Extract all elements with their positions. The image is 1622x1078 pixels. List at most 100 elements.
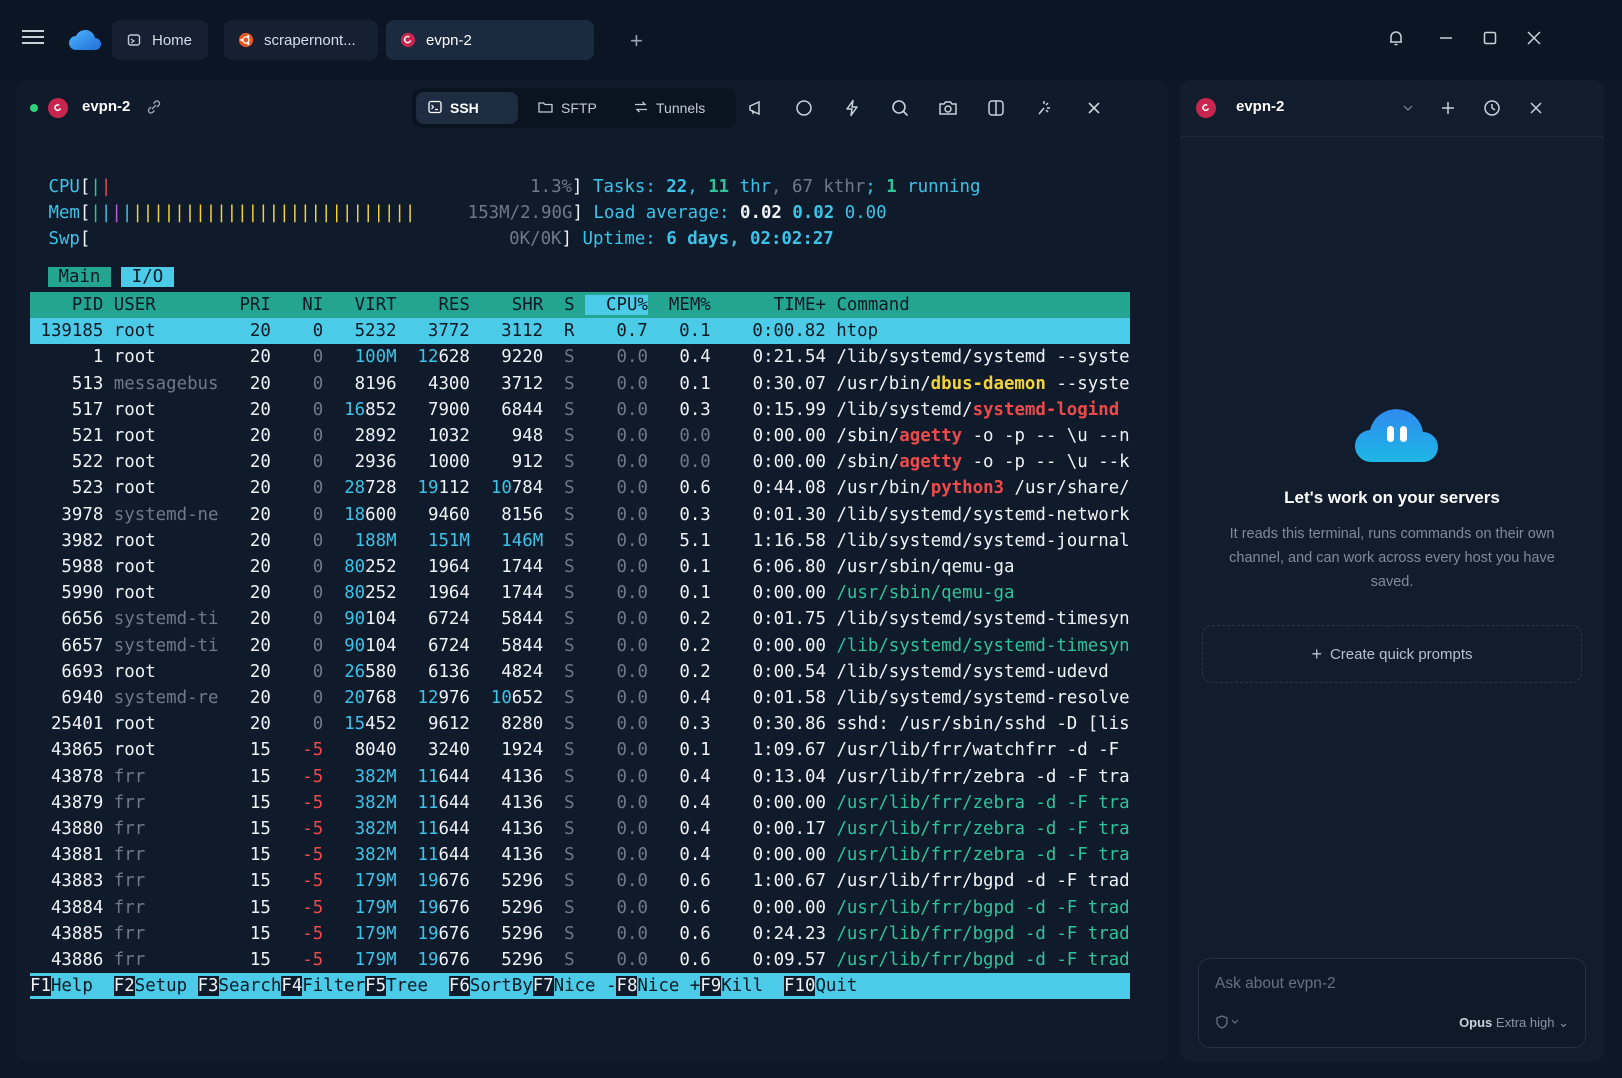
fkey-f6[interactable]: F6 xyxy=(448,976,470,997)
column-header-pri[interactable]: PRI xyxy=(239,295,270,315)
process-row[interactable]: 521 root 20 0 2892 1032 948 S 0.0 0.0 0:… xyxy=(30,423,1130,449)
close-pane-icon[interactable] xyxy=(1082,96,1106,120)
close-window-icon[interactable] xyxy=(1522,26,1546,50)
tab-label: Home xyxy=(152,31,193,49)
process-row[interactable]: 43879 frr 15 -5 382M 11644 4136 S 0.0 0.… xyxy=(30,790,1130,816)
fkey-f2[interactable]: F2 xyxy=(113,976,135,997)
fkey-label[interactable]: Nice - xyxy=(554,976,617,996)
fkey-label[interactable]: Tree xyxy=(386,976,449,996)
fkey-f10[interactable]: F10 xyxy=(784,976,816,997)
camera-icon[interactable] xyxy=(936,96,960,120)
process-row[interactable]: 522 root 20 0 2936 1000 912 S 0.0 0.0 0:… xyxy=(30,449,1130,475)
chat-input-placeholder: Ask about evpn-2 xyxy=(1215,975,1336,992)
history-icon[interactable] xyxy=(1480,96,1504,120)
fkey-label[interactable]: Quit xyxy=(815,976,857,996)
fkey-f4[interactable]: F4 xyxy=(281,976,303,997)
ai-host-selector[interactable]: evpn-2 xyxy=(1236,98,1284,115)
column-header-command[interactable]: Command xyxy=(836,295,1168,315)
host-name: evpn-2 xyxy=(82,98,131,115)
fkey-f1[interactable]: F1 xyxy=(30,976,51,997)
process-row[interactable]: 5988 root 20 0 80252 1964 1744 S 0.0 0.1… xyxy=(30,554,1130,580)
fkey-label[interactable]: Help xyxy=(51,976,114,996)
process-row[interactable]: 6940 systemd-re 20 0 20768 12976 10652 S… xyxy=(30,685,1130,711)
fkey-label[interactable]: SortBy xyxy=(470,976,533,996)
column-header-time[interactable]: TIME+ xyxy=(721,295,826,315)
fkey-label[interactable]: Setup xyxy=(135,976,198,996)
process-table-header[interactable]: PID USER PRI NI VIRT RES SHR S CPU% MEM%… xyxy=(30,291,1130,318)
process-row[interactable]: 43885 frr 15 -5 179M 19676 5296 S 0.0 0.… xyxy=(30,921,1130,947)
column-header-s[interactable]: S xyxy=(554,295,574,315)
debian-icon xyxy=(400,32,416,48)
fkey-f3[interactable]: F3 xyxy=(197,976,219,997)
tab-scrapernont[interactable]: scrapernont... xyxy=(224,20,378,60)
tab-sftp[interactable]: SFTP xyxy=(526,92,618,124)
column-header-mem[interactable]: MEM% xyxy=(658,295,711,315)
process-row[interactable]: 523 root 20 0 28728 19112 10784 S 0.0 0.… xyxy=(30,475,1130,501)
fkey-label[interactable]: Kill xyxy=(721,976,784,996)
column-header-shr[interactable]: SHR xyxy=(480,295,543,315)
process-row[interactable]: 513 messagebus 20 0 8196 4300 3712 S 0.0… xyxy=(30,371,1130,397)
chevron-down-icon[interactable] xyxy=(1396,96,1420,120)
record-icon[interactable] xyxy=(792,96,816,120)
process-row[interactable]: 43883 frr 15 -5 179M 19676 5296 S 0.0 0.… xyxy=(30,868,1130,894)
tab-ssh[interactable]: SSH xyxy=(416,92,518,124)
process-row[interactable]: 43865 root 15 -5 8040 3240 1924 S 0.0 0.… xyxy=(30,737,1130,763)
ai-chat-input[interactable]: Ask about evpn-2 Opus Extra high ⌄ xyxy=(1198,958,1586,1048)
new-tab-icon[interactable]: + xyxy=(630,28,643,54)
ai-panel-header: evpn-2 xyxy=(1180,80,1604,137)
terminal-icon xyxy=(428,100,442,117)
menu-icon[interactable] xyxy=(22,26,44,48)
process-row[interactable]: 43878 frr 15 -5 382M 11644 4136 S 0.0 0.… xyxy=(30,764,1130,790)
ai-assist-icon[interactable] xyxy=(1032,96,1056,120)
process-row[interactable]: 3978 systemd-ne 20 0 18600 9460 8156 S 0… xyxy=(30,502,1130,528)
process-row[interactable]: 5990 root 20 0 80252 1964 1744 S 0.0 0.1… xyxy=(30,580,1130,606)
column-header-virt[interactable]: VIRT xyxy=(334,295,397,315)
fkey-f9[interactable]: F9 xyxy=(700,976,722,997)
tab-home[interactable]: Home xyxy=(112,20,208,60)
tab-evpn-2[interactable]: evpn-2 xyxy=(386,20,594,60)
column-header-res[interactable]: RES xyxy=(407,295,469,315)
column-header-pid[interactable]: PID xyxy=(30,295,103,315)
fkey-f7[interactable]: F7 xyxy=(532,976,554,997)
create-quick-prompts-button[interactable]: + Create quick prompts xyxy=(1202,625,1582,683)
process-row[interactable]: 43884 frr 15 -5 179M 19676 5296 S 0.0 0.… xyxy=(30,895,1130,921)
bell-icon[interactable] xyxy=(1384,26,1408,50)
process-row-selected[interactable]: 139185 root 20 0 5232 3772 3112 R 0.7 0.… xyxy=(30,318,1130,345)
process-row[interactable]: 6693 root 20 0 26580 6136 4824 S 0.0 0.2… xyxy=(30,659,1130,685)
process-row[interactable]: 25401 root 20 0 15452 9612 8280 S 0.0 0.… xyxy=(30,711,1130,737)
search-icon[interactable] xyxy=(888,96,912,120)
tab-label: evpn-2 xyxy=(426,31,472,49)
lightning-icon[interactable] xyxy=(840,96,864,120)
column-header-ni[interactable]: NI xyxy=(281,295,323,315)
connection-status-icon xyxy=(30,104,38,112)
column-header-cpu[interactable]: CPU% xyxy=(585,294,648,315)
broadcast-icon[interactable] xyxy=(744,96,768,120)
maximize-icon[interactable] xyxy=(1478,26,1502,50)
column-header-user[interactable]: USER xyxy=(114,295,229,315)
fkey-f8[interactable]: F8 xyxy=(616,976,638,997)
fkey-f5[interactable]: F5 xyxy=(365,976,387,997)
process-row[interactable]: 43880 frr 15 -5 382M 11644 4136 S 0.0 0.… xyxy=(30,816,1130,842)
model-selector[interactable]: Opus Extra high ⌄ xyxy=(1459,1015,1569,1031)
process-row[interactable]: 43881 frr 15 -5 382M 11644 4136 S 0.0 0.… xyxy=(30,842,1130,868)
tab-ssh-label: SSH xyxy=(450,100,479,116)
tab-tunnels[interactable]: Tunnels xyxy=(622,92,730,124)
process-row[interactable]: 6657 systemd-ti 20 0 90104 6724 5844 S 0… xyxy=(30,633,1130,659)
process-row[interactable]: 43886 frr 15 -5 179M 19676 5296 S 0.0 0.… xyxy=(30,947,1130,973)
new-chat-icon[interactable] xyxy=(1436,96,1460,120)
process-row[interactable]: 3982 root 20 0 188M 151M 146M S 0.0 5.1 … xyxy=(30,528,1130,554)
process-row[interactable]: 517 root 20 0 16852 7900 6844 S 0.0 0.3 … xyxy=(30,397,1130,423)
close-panel-icon[interactable] xyxy=(1524,96,1548,120)
process-row[interactable]: 6656 systemd-ti 20 0 90104 6724 5844 S 0… xyxy=(30,606,1130,632)
link-icon[interactable] xyxy=(146,99,162,119)
shield-icon[interactable] xyxy=(1215,1015,1241,1032)
fkey-label[interactable]: Search xyxy=(219,976,282,996)
swp-meter: Swp[ 0K/0K] Uptime: 6 days, 02:02:27 xyxy=(38,229,834,250)
fkey-label[interactable]: Filter xyxy=(302,976,365,996)
process-row[interactable]: 1 root 20 0 100M 12628 9220 S 0.0 0.4 0:… xyxy=(30,344,1130,370)
minimize-icon[interactable] xyxy=(1434,26,1458,50)
split-view-icon[interactable] xyxy=(984,96,1008,120)
fkey-label[interactable]: Nice + xyxy=(637,976,700,996)
terminal-output[interactable]: CPU[|| 1.3%] Tasks: 22, 11 thr, 67 kthr;… xyxy=(16,136,1168,1062)
plus-icon: + xyxy=(1311,643,1322,664)
